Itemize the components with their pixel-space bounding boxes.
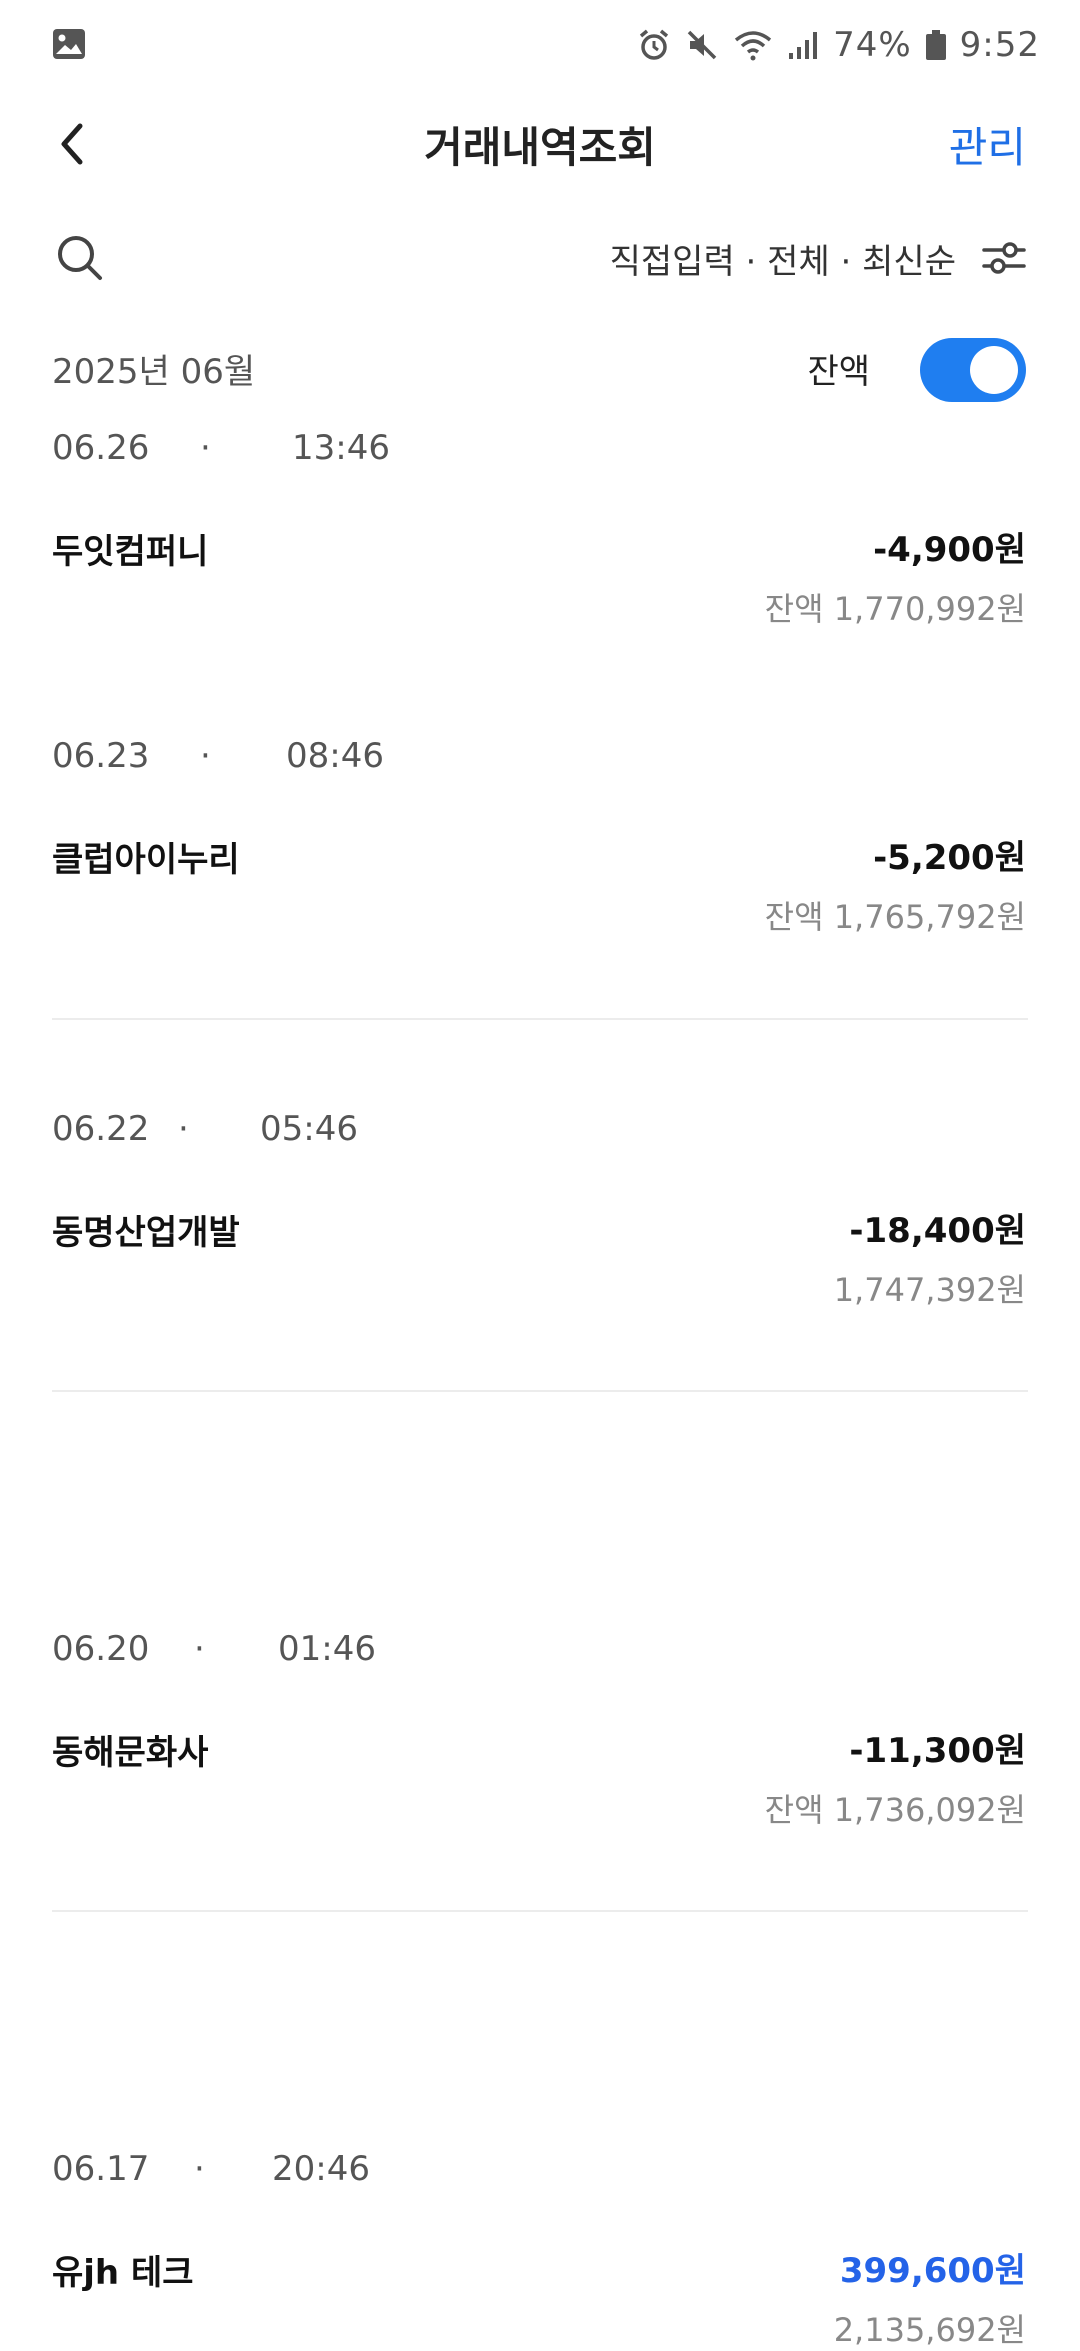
transaction-date: 06.26 bbox=[52, 428, 150, 468]
filter-settings-button[interactable] bbox=[980, 234, 1028, 282]
date-time-separator: · bbox=[200, 736, 211, 776]
transaction-time: 05:46 bbox=[260, 1109, 358, 1149]
balance-toggle[interactable] bbox=[920, 338, 1026, 402]
transaction-name: 두잇컴퍼니 bbox=[52, 532, 209, 572]
date-time-separator: · bbox=[178, 1109, 189, 1149]
date-time-separator: · bbox=[194, 2149, 205, 2189]
filter-row: 직접입력 · 전체 · 최신순 bbox=[0, 222, 1080, 294]
date-time-separator: · bbox=[194, 1629, 205, 1669]
divider bbox=[52, 1390, 1028, 1392]
transaction-balance: 잔액 1,736,092원 bbox=[764, 1791, 1026, 1829]
transaction-amount: -11,300원 bbox=[849, 1731, 1026, 1771]
transaction-amount: -18,400원 bbox=[849, 1211, 1026, 1251]
filter-summary[interactable]: 직접입력 · 전체 · 최신순 bbox=[610, 234, 956, 283]
month-row: 2025년 06월 잔액 bbox=[0, 334, 1080, 406]
transaction-amount: -5,200원 bbox=[873, 838, 1026, 878]
transaction-time: 01:46 bbox=[278, 1629, 376, 1669]
divider bbox=[52, 1910, 1028, 1912]
transaction-amount: -4,900원 bbox=[873, 530, 1026, 570]
toggle-knob bbox=[970, 346, 1018, 394]
transaction-name: 클럽아이누리 bbox=[52, 840, 240, 880]
page-title: 거래내역조회 bbox=[424, 123, 656, 172]
divider bbox=[52, 1018, 1028, 1020]
alarm-icon bbox=[637, 28, 671, 62]
balance-toggle-label: 잔액 bbox=[807, 352, 870, 392]
transaction-balance: 잔액 1,765,792원 bbox=[764, 898, 1026, 936]
transaction-date: 06.20 bbox=[52, 1629, 150, 1669]
filter-sliders-icon bbox=[982, 242, 1026, 274]
image-icon bbox=[52, 28, 86, 60]
clock: 9:52 bbox=[959, 25, 1040, 65]
transaction-date: 06.22 bbox=[52, 1109, 150, 1149]
transaction-balance: 2,135,692원 bbox=[833, 2311, 1026, 2349]
transaction-time: 08:46 bbox=[286, 736, 384, 776]
transaction-date: 06.23 bbox=[52, 736, 150, 776]
status-bar: 74% 9:52 bbox=[0, 0, 1080, 90]
transaction-name: 유jh 테크 bbox=[52, 2253, 194, 2293]
date-time-separator: · bbox=[200, 428, 211, 468]
transaction-balance: 1,747,392원 bbox=[833, 1271, 1026, 1309]
transaction-amount: 399,600원 bbox=[839, 2251, 1026, 2291]
battery-icon bbox=[925, 30, 946, 60]
month-label: 2025년 06월 bbox=[52, 352, 256, 392]
wifi-icon bbox=[733, 28, 773, 62]
transaction-date: 06.17 bbox=[52, 2149, 150, 2189]
manage-button[interactable]: 관리 bbox=[949, 114, 1026, 175]
battery-percent: 74% bbox=[833, 25, 912, 65]
search-button[interactable] bbox=[52, 230, 108, 286]
status-icons: 74% 9:52 bbox=[637, 22, 1040, 68]
transaction-balance: 잔액 1,770,992원 bbox=[764, 590, 1026, 628]
mute-icon bbox=[685, 28, 719, 62]
signal-icon bbox=[787, 29, 819, 61]
transaction-time: 20:46 bbox=[272, 2149, 370, 2189]
search-icon bbox=[58, 236, 102, 280]
transaction-name: 동명산업개발 bbox=[52, 1213, 240, 1253]
transaction-name: 동해문화사 bbox=[52, 1733, 209, 1773]
app-header: 거래내역조회 관리 bbox=[0, 100, 1080, 186]
transaction-time: 13:46 bbox=[292, 428, 390, 468]
